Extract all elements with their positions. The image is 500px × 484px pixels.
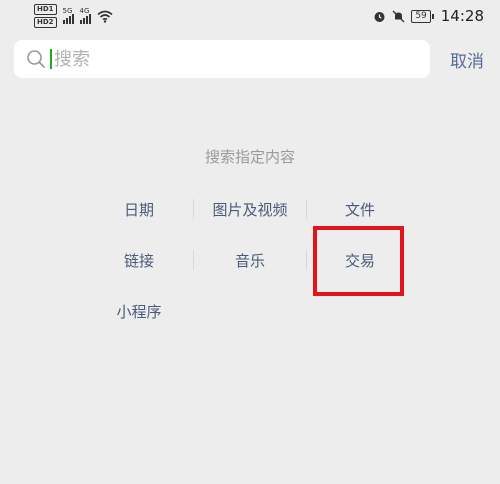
search-box[interactable]	[14, 40, 430, 78]
status-time: 14:28	[440, 7, 484, 25]
status-left: HD1 HD2 5G 4G	[34, 4, 113, 28]
network-type-2: 4G	[79, 7, 90, 15]
status-right: 59 14:28	[373, 7, 484, 25]
hd-indicators: HD1 HD2	[34, 4, 57, 28]
search-icon	[26, 49, 46, 69]
category-date[interactable]: 日期	[79, 199, 199, 220]
signal-icon-sim2: 4G	[79, 7, 91, 24]
alarm-icon	[373, 10, 386, 23]
hd-badge-2: HD2	[34, 17, 57, 28]
search-row: 取消	[14, 40, 490, 78]
category-music[interactable]: 音乐	[190, 250, 310, 271]
text-caret	[50, 49, 52, 69]
highlight-box	[313, 226, 404, 296]
category-links[interactable]: 链接	[79, 250, 199, 271]
battery-icon: 59	[411, 9, 435, 23]
search-input[interactable]	[54, 48, 384, 70]
category-files[interactable]: 文件	[300, 199, 420, 220]
signal-icon-sim1: 5G	[62, 7, 74, 24]
wifi-icon	[97, 10, 113, 23]
status-bar: HD1 HD2 5G 4G 59 14:28	[0, 0, 500, 32]
mute-icon	[392, 10, 405, 23]
category-photos-videos[interactable]: 图片及视频	[190, 199, 310, 220]
category-mini-programs[interactable]: 小程序	[79, 301, 199, 322]
hd-badge-1: HD1	[34, 4, 57, 15]
search-hint: 搜索指定内容	[204, 148, 295, 166]
cancel-button[interactable]: 取消	[444, 47, 490, 72]
network-type-1: 5G	[62, 7, 73, 15]
